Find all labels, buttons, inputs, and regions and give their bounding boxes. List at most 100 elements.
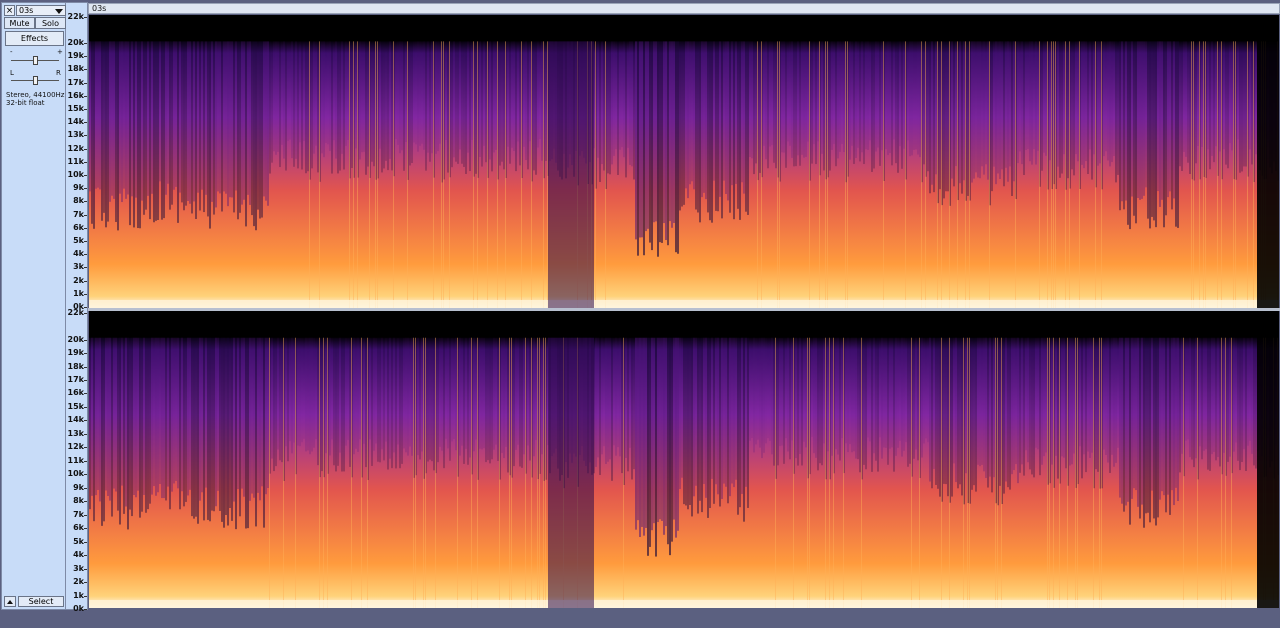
spectrogram-image — [89, 15, 1279, 308]
ruler-tick-label: 7k — [73, 510, 84, 519]
pan-left-label: L — [10, 69, 14, 77]
ruler-tick-mark — [84, 609, 87, 610]
ruler-tick-mark — [84, 307, 87, 308]
clip-title-bar[interactable]: 03s — [88, 3, 1280, 14]
ruler-tick-mark — [84, 122, 87, 123]
ruler-tick-mark — [84, 188, 87, 189]
ruler-tick-mark — [84, 135, 87, 136]
ruler-tick-mark — [84, 281, 87, 282]
ruler-tick-mark — [84, 109, 87, 110]
ruler-tick-mark — [84, 474, 87, 475]
ruler-tick-label: 9k — [73, 183, 84, 192]
ruler-tick-label: 17k — [67, 78, 84, 87]
ruler-tick-mark — [84, 294, 87, 295]
ruler-tick-mark — [84, 340, 87, 341]
ruler-tick-mark — [84, 434, 87, 435]
ruler-tick-mark — [84, 407, 87, 408]
track-name-menu[interactable]: 03s — [16, 5, 66, 16]
ruler-tick-mark — [84, 215, 87, 216]
ruler-tick-label: 4k — [73, 249, 84, 258]
ruler-tick-mark — [84, 69, 87, 70]
chevron-up-icon — [7, 600, 13, 604]
ruler-tick-mark — [84, 569, 87, 570]
ruler-tick-mark — [84, 149, 87, 150]
horizontal-scrollbar-area[interactable] — [0, 612, 1280, 628]
ruler-tick-mark — [84, 596, 87, 597]
ruler-tick-mark — [84, 175, 87, 176]
spectrogram-left-channel[interactable] — [89, 15, 1279, 308]
ruler-tick-label: 18k — [67, 64, 84, 73]
ruler-tick-label: 8k — [73, 196, 84, 205]
ruler-tick-label: 19k — [67, 348, 84, 357]
close-track-button[interactable]: × — [4, 5, 15, 16]
spectrogram-right-channel[interactable] — [89, 311, 1279, 608]
ruler-tick-mark — [84, 313, 87, 314]
ruler-tick-mark — [84, 96, 87, 97]
ruler-tick-label: 7k — [73, 210, 84, 219]
spectrogram-image — [89, 311, 1279, 608]
ruler-tick-mark — [84, 582, 87, 583]
ruler-tick-mark — [84, 17, 87, 18]
ruler-tick-label: 6k — [73, 523, 84, 532]
chevron-down-icon — [55, 9, 63, 14]
ruler-tick-label: 17k — [67, 375, 84, 384]
ruler-tick-mark — [84, 83, 87, 84]
ruler-tick-mark — [84, 555, 87, 556]
ruler-tick-label: 10k — [67, 469, 84, 478]
ruler-tick-label: 12k — [67, 442, 84, 451]
solo-button[interactable]: Solo — [35, 17, 66, 29]
ruler-tick-label: 22k — [67, 308, 84, 317]
ruler-tick-mark — [84, 461, 87, 462]
ruler-tick-mark — [84, 228, 87, 229]
collapse-track-button[interactable] — [4, 596, 16, 607]
ruler-tick-label: 11k — [67, 157, 84, 166]
ruler-tick-mark — [84, 528, 87, 529]
ruler-tick-label: 18k — [67, 362, 84, 371]
ruler-tick-label: 1k — [73, 591, 84, 600]
ruler-tick-label: 12k — [67, 144, 84, 153]
ruler-tick-label: 13k — [67, 130, 84, 139]
ruler-tick-mark — [84, 254, 87, 255]
ruler-tick-mark — [84, 380, 87, 381]
ruler-tick-mark — [84, 56, 87, 57]
clip-name: 03s — [92, 4, 107, 13]
ruler-tick-mark — [84, 43, 87, 44]
effects-button[interactable]: Effects — [5, 31, 64, 46]
mute-button[interactable]: Mute — [4, 17, 35, 29]
frequency-ruler[interactable]: 22k 20k 19k 18k 17k 16k 15k 14k 13k 12k 11k 10k 9k 8k… — [66, 2, 88, 613]
ruler-tick-label: 15k — [67, 402, 84, 411]
ruler-tick-label: 16k — [67, 91, 84, 100]
ruler-tick-mark — [84, 367, 87, 368]
ruler-tick-label: 20k — [67, 38, 84, 47]
ruler-tick-mark — [84, 501, 87, 502]
ruler-tick-label: 3k — [73, 564, 84, 573]
ruler-tick-mark — [84, 241, 87, 242]
track-control-panel: × 03s Mute Solo Effects - + L R Stereo, … — [1, 2, 66, 610]
close-icon: × — [5, 6, 14, 16]
ruler-tick-mark — [84, 353, 87, 354]
ruler-tick-label: 3k — [73, 262, 84, 271]
pan-slider-thumb[interactable] — [33, 76, 38, 85]
track-format-depth: 32-bit float — [6, 99, 45, 107]
ruler-tick-mark — [84, 420, 87, 421]
ruler-tick-label: 14k — [67, 117, 84, 126]
ruler-tick-label: 1k — [73, 289, 84, 298]
gain-plus-label: + — [57, 48, 63, 56]
track-name: 03s — [19, 6, 34, 15]
ruler-tick-label: 16k — [67, 388, 84, 397]
ruler-tick-label: 2k — [73, 577, 84, 586]
gain-slider-thumb[interactable] — [33, 56, 38, 65]
ruler-tick-label: 6k — [73, 223, 84, 232]
ruler-tick-label: 14k — [67, 415, 84, 424]
ruler-tick-label: 11k — [67, 456, 84, 465]
ruler-tick-mark — [84, 542, 87, 543]
pan-right-label: R — [56, 69, 61, 77]
ruler-tick-mark — [84, 201, 87, 202]
ruler-tick-label: 4k — [73, 550, 84, 559]
ruler-tick-label: 5k — [73, 537, 84, 546]
select-track-button[interactable]: Select — [18, 596, 64, 607]
ruler-tick-label: 10k — [67, 170, 84, 179]
ruler-tick-mark — [84, 488, 87, 489]
ruler-tick-mark — [84, 447, 87, 448]
ruler-tick-label: 5k — [73, 236, 84, 245]
